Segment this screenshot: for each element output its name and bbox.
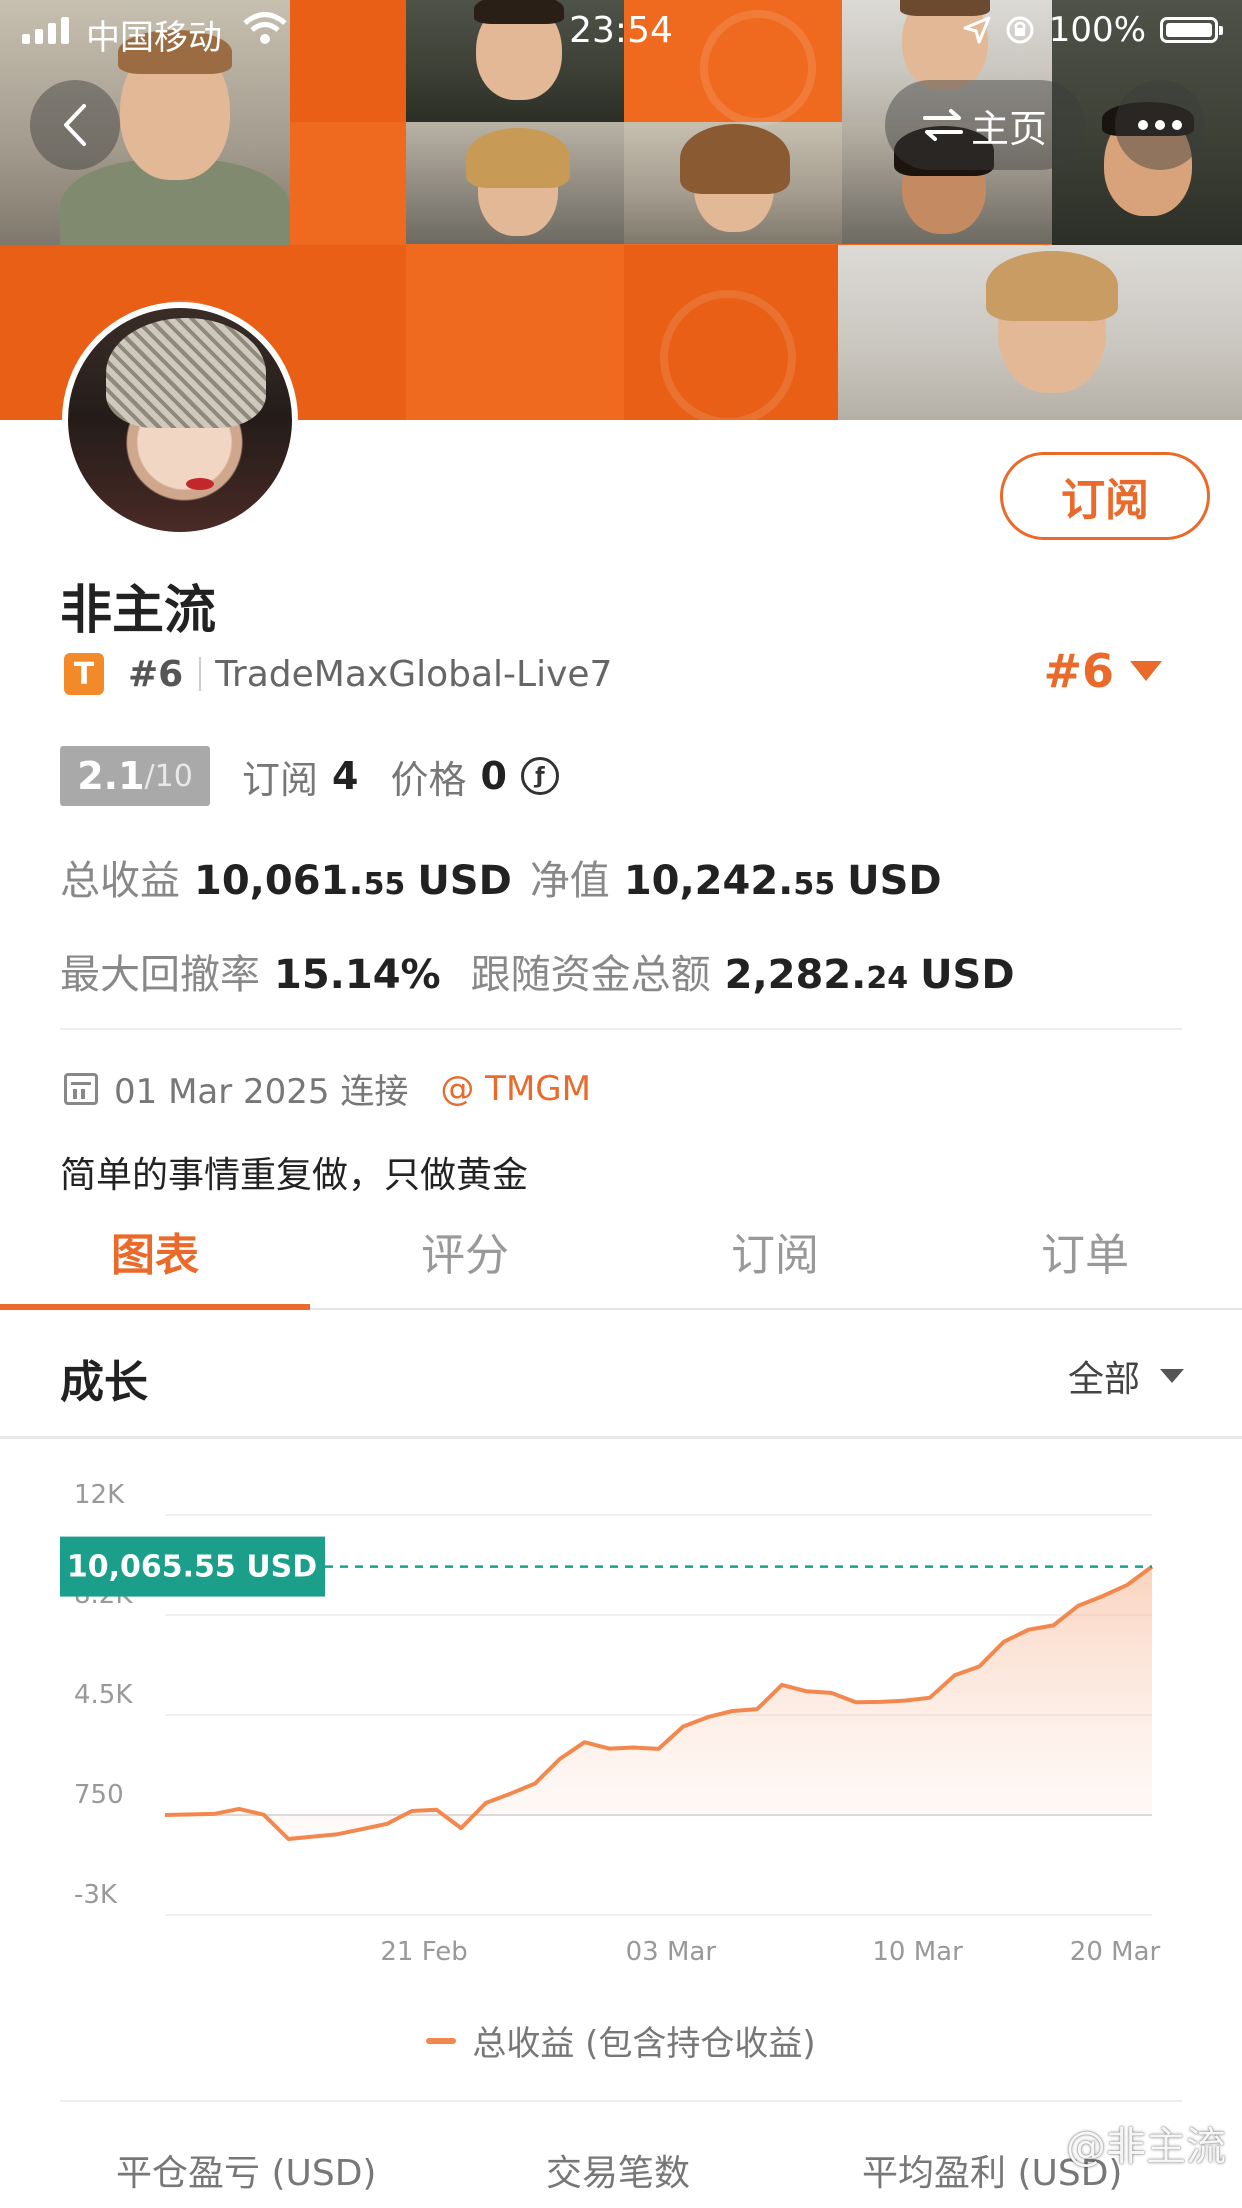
trader-name: 非主流 [60, 581, 217, 641]
account-row: T #6 TradeMaxGlobal-Live7 [64, 648, 612, 700]
more-dots-icon [1138, 120, 1182, 130]
drawdown-row: 最大回撤率 15.14% 跟随资金总额 2,282.24 USD [60, 942, 1033, 1000]
rating-badge: 2.1/10 [60, 746, 210, 806]
legend-label: 总收益 (包含持仓收益) [472, 2024, 816, 2064]
net-value-dec: 55 [793, 867, 836, 902]
y-tick-label: 4.5K [74, 1680, 133, 1710]
total-profit-dec: 55 [363, 867, 406, 902]
subscribers-label: 订阅 [242, 757, 319, 802]
rank-small: #6 [128, 653, 184, 695]
summary-headers: 平仓盈亏 (USD) 交易笔数 平均盈利 (USD) [0, 2144, 1242, 2208]
profit-row: 总收益 10,061.55 USD 净值 10,242.55 USD [60, 848, 960, 906]
closed-pnl-label: 平仓盈亏 (USD) [116, 2153, 377, 2194]
tab-orders[interactable]: 订单 [930, 1196, 1240, 1306]
battery-icon [1160, 17, 1223, 43]
rating-value: 2.1 [77, 754, 145, 798]
more-button[interactable] [1115, 80, 1205, 170]
connect-date: 01 Mar 2025 连接 [114, 1072, 409, 1112]
banner-photo [624, 122, 842, 244]
rank-dropdown[interactable]: #6 [1043, 644, 1162, 698]
growth-chart-svg: 12K8.2K4.5K750-3K21 Feb03 Mar10 Mar20 Ma… [60, 1480, 1161, 1967]
growth-title: 成长 [60, 1357, 148, 1408]
active-tab-indicator [0, 1304, 310, 1310]
banner-pattern [406, 245, 624, 420]
y-tick-label: -3K [74, 1880, 118, 1910]
avatar-detail [186, 478, 214, 490]
follow-funds-int: 2,282. [724, 952, 867, 998]
back-button[interactable] [30, 80, 120, 170]
broker-link[interactable]: @ TMGM [440, 1069, 591, 1109]
total-profit-unit: USD [417, 858, 512, 904]
divider [60, 1028, 1182, 1030]
net-value-label: 净值 [529, 858, 610, 904]
follow-funds-dec: 24 [866, 961, 909, 996]
rating-max: /10 [144, 758, 193, 794]
series-area [165, 1566, 1152, 1839]
chart-legend: 总收益 (包含持仓收益) [0, 2016, 1242, 2065]
total-profit-value: 10,061.55 [194, 858, 405, 904]
watermark: @非主流 [1066, 2124, 1226, 2170]
subscribers-value: 4 [332, 754, 359, 798]
x-tick-label: 21 Feb [380, 1937, 467, 1967]
swap-icon [922, 109, 963, 141]
tab-chart[interactable]: 图表 [0, 1196, 310, 1306]
x-tick-label: 10 Mar [872, 1937, 963, 1967]
bio-text: 简单的事情重复做，只做黄金 [60, 1155, 529, 1196]
home-button-label: 主页 [970, 106, 1047, 151]
range-label: 全部 [1067, 1359, 1140, 1400]
y-tick-label: 750 [74, 1780, 124, 1810]
divider [0, 1436, 1242, 1439]
current-value-label: 10,065.55 USD [67, 1550, 317, 1585]
divider [199, 657, 202, 691]
net-value-unit: USD [847, 858, 942, 904]
y-tick-label: 12K [74, 1480, 125, 1510]
x-tick-label: 20 Mar [1070, 1937, 1161, 1967]
divider [60, 2100, 1182, 2102]
avatar-hat [106, 318, 266, 428]
growth-chart: 12K8.2K4.5K750-3K21 Feb03 Mar10 Mar20 Ma… [0, 1460, 1242, 2000]
status-bar: 中国移动 23:54 100% [0, 0, 1242, 62]
range-dropdown[interactable]: 全部 [1068, 1350, 1184, 1402]
coin-icon: ƒ [520, 757, 559, 795]
max-drawdown-label: 最大回撤率 [60, 952, 260, 998]
rotation-lock-icon [1006, 16, 1034, 44]
price-value: 0 [480, 754, 507, 798]
tab-bar: 图表 评分 订阅 订单 [0, 1196, 1242, 1310]
location-icon [963, 16, 991, 44]
caret-down-icon [1130, 661, 1162, 681]
net-value-value: 10,242.55 [624, 858, 835, 904]
banner-photo [838, 245, 1242, 420]
score-row: 2.1/10 订阅 4 价格 0 ƒ [60, 746, 559, 806]
price-label: 价格 [390, 757, 467, 802]
net-value-int: 10,242. [623, 858, 794, 904]
caret-down-icon [1160, 1369, 1184, 1383]
platform-badge: T [64, 653, 104, 695]
legend-swatch [426, 2037, 457, 2044]
max-drawdown-value: 15.14% [274, 952, 441, 998]
follow-funds-value: 2,282.24 [725, 952, 908, 998]
avatar[interactable] [62, 302, 298, 538]
banner-ring [660, 290, 796, 420]
trade-count-label: 交易笔数 [546, 2153, 691, 2194]
x-tick-label: 03 Mar [626, 1937, 717, 1967]
chevron-left-icon [64, 104, 86, 146]
calendar-icon [64, 1072, 98, 1105]
total-profit-int: 10,061. [194, 858, 364, 904]
banner-pattern [290, 122, 406, 245]
total-profit-label: 总收益 [60, 858, 180, 904]
home-button[interactable]: 主页 [885, 80, 1085, 170]
tab-subscribe[interactable]: 订阅 [620, 1196, 930, 1306]
rank-value: #6 [1043, 644, 1114, 698]
follow-funds-unit: USD [920, 952, 1015, 998]
connect-row: 01 Mar 2025 连接 @ TMGM [64, 1064, 591, 1113]
battery-percent: 100% [1048, 10, 1146, 50]
follow-funds-label: 跟随资金总额 [470, 952, 711, 998]
tab-rating[interactable]: 评分 [310, 1196, 620, 1306]
banner-photo [406, 122, 624, 244]
subscribe-button[interactable]: 订阅 [1000, 452, 1210, 540]
account-name: TradeMaxGlobal-Live7 [215, 653, 613, 695]
